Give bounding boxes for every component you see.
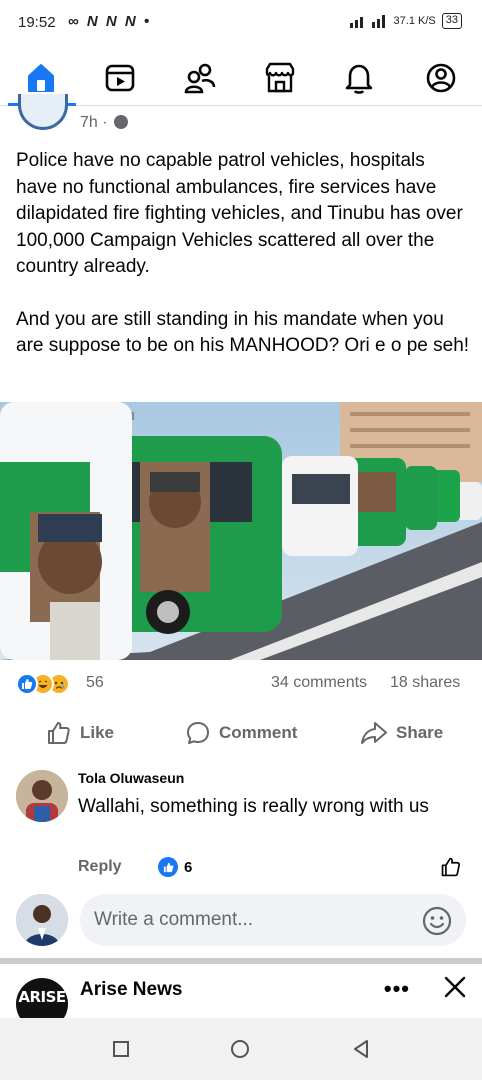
post-paragraph-1: Police have no capable patrol vehicles, … (16, 150, 463, 277)
system-nav-bar (0, 1018, 482, 1080)
recents-icon[interactable] (110, 1038, 132, 1060)
post-body: Police have no capable patrol vehicles, … (16, 148, 471, 386)
commenter-avatar[interactable] (16, 770, 68, 822)
comment-like-number: 6 (184, 858, 193, 876)
more-options-icon[interactable]: ••• (384, 976, 410, 1002)
status-right-cluster: 37.1 K/S 33 (348, 13, 462, 29)
status-time: 19:52 (18, 14, 56, 31)
like-label: Like (80, 723, 115, 742)
comment-author[interactable]: Tola Oluwaseun (78, 770, 184, 786)
post-timestamp[interactable]: 7h · (80, 114, 129, 132)
comments-count[interactable]: 34 comments (271, 674, 367, 692)
post-paragraph-2: And you are still standing in his mandat… (16, 308, 470, 357)
comment-text: Wallahi, something is really wrong with … (78, 796, 429, 817)
share-label: Share (396, 723, 444, 742)
comment-composer (0, 890, 482, 950)
like-reaction-icon (158, 857, 178, 877)
reactions-summary: 56 34 comments 18 shares (0, 670, 482, 698)
post-header: 7h · (0, 94, 482, 138)
comment-like-button[interactable] (440, 856, 462, 883)
my-avatar[interactable] (16, 894, 68, 946)
next-post-header: ARISE Arise News ••• (0, 964, 482, 1018)
comment-input[interactable] (80, 894, 466, 946)
arise-news-logo[interactable]: ARISE (16, 978, 68, 1018)
buses-photo (0, 402, 482, 660)
post-photo[interactable] (0, 402, 482, 660)
comment-button[interactable]: Comment (185, 720, 297, 746)
post-actions: Like Comment Share (0, 714, 482, 754)
marketplace-icon[interactable] (262, 60, 298, 96)
home-icon[interactable] (23, 60, 59, 96)
battery-icon: 33 (441, 13, 462, 29)
comment-label: Comment (219, 723, 298, 742)
like-reaction-icon (16, 673, 38, 695)
friends-icon[interactable] (182, 60, 218, 96)
shares-count[interactable]: 18 shares (390, 674, 460, 692)
share-button[interactable]: Share (360, 720, 443, 746)
reaction-icons[interactable] (16, 673, 70, 695)
signal-icon (349, 15, 385, 28)
comment-icon (187, 722, 209, 744)
network-speed: 37.1 K/S (393, 15, 436, 27)
notifications-icon[interactable] (341, 60, 377, 96)
reaction-count[interactable]: 56 (86, 674, 104, 692)
page-avatar[interactable] (18, 94, 68, 130)
back-icon[interactable] (350, 1038, 372, 1060)
emoji-icon[interactable] (422, 906, 452, 941)
reply-button[interactable]: Reply (78, 858, 122, 876)
comment-item: Tola Oluwaseun Wallahi, something is rea… (0, 766, 482, 881)
home-button-icon[interactable] (229, 1038, 251, 1060)
like-button[interactable]: Like (46, 720, 114, 746)
status-bar: 19:52 ∞ N N N • 37.1 K/S 33 (0, 0, 482, 48)
thumbs-up-icon (441, 857, 461, 877)
video-icon[interactable] (102, 60, 138, 96)
next-post-author[interactable]: Arise News (80, 979, 182, 1001)
status-notification-icons: ∞ N N N • (68, 13, 152, 30)
close-icon[interactable] (442, 974, 468, 1005)
post-time-text: 7h · (80, 114, 108, 131)
top-nav (0, 48, 482, 106)
thumbs-up-icon (48, 722, 70, 744)
globe-icon (114, 115, 129, 129)
comment-like-count[interactable]: 6 (158, 857, 192, 877)
share-icon (361, 722, 387, 744)
profile-icon[interactable] (423, 60, 459, 96)
